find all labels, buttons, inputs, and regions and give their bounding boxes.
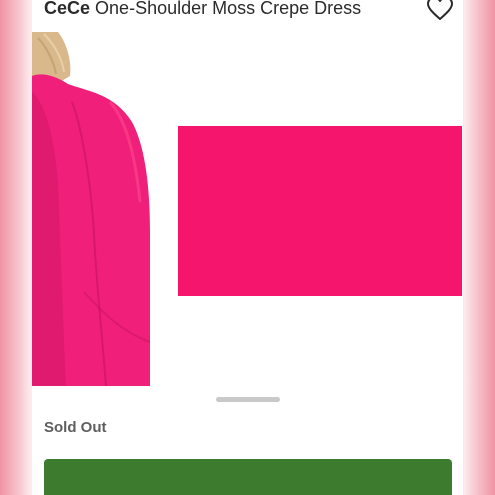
product-title: CeCe One-Shoulder Moss Crepe Dress [44, 0, 361, 19]
model-photo[interactable] [32, 32, 150, 386]
bottom-sheet: Sold Out [32, 388, 463, 495]
sold-out-status: Sold Out [44, 419, 107, 436]
product-header: CeCe One-Shoulder Moss Crepe Dress [32, 0, 463, 28]
product-card: CeCe One-Shoulder Moss Crepe Dress Sold … [32, 0, 463, 495]
product-brand: CeCe [44, 0, 91, 18]
favorite-button[interactable] [426, 0, 454, 22]
primary-action-button[interactable] [44, 459, 452, 495]
sheet-drag-handle[interactable] [216, 397, 280, 402]
heart-outline-icon [427, 0, 453, 20]
product-name: One-Shoulder Moss Crepe Dress [95, 0, 362, 18]
color-swatch[interactable] [178, 126, 462, 296]
dress-model-image [32, 32, 150, 386]
product-image-gallery[interactable] [32, 32, 463, 386]
